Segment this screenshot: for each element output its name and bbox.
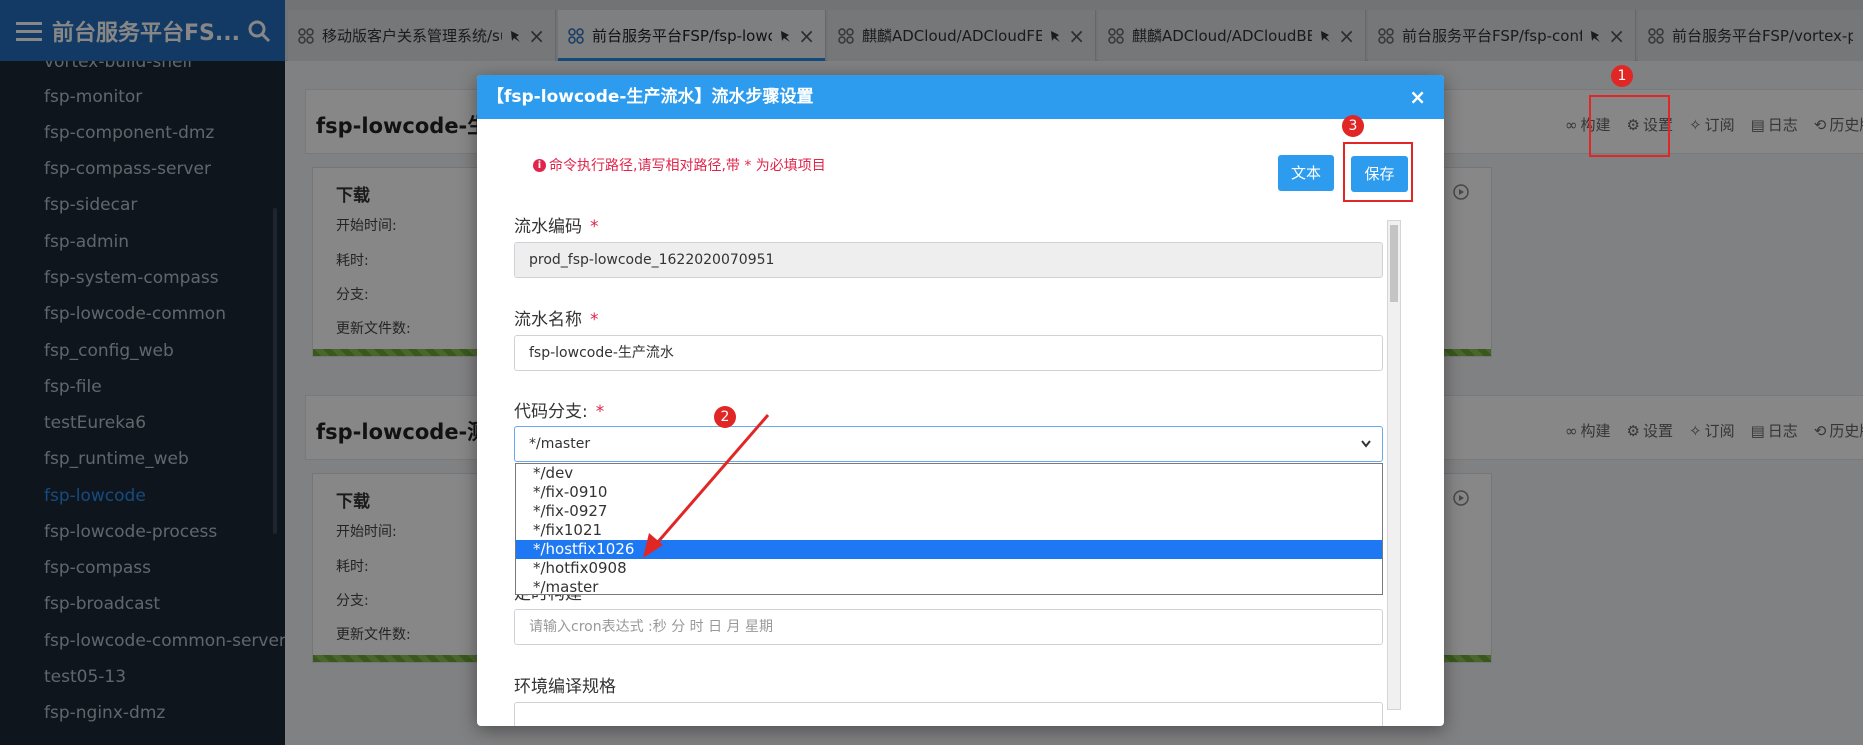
annotation-badge: 2 — [714, 406, 736, 428]
pipeline-step-settings-dialog: 【fsp-lowcode-生产流水】流水步骤设置 × i 命令执行路径,请写相对… — [477, 75, 1444, 726]
annotation-box-settings — [1589, 95, 1670, 157]
annotation-badge: 1 — [1611, 65, 1633, 87]
annotation-arrow — [643, 414, 770, 558]
